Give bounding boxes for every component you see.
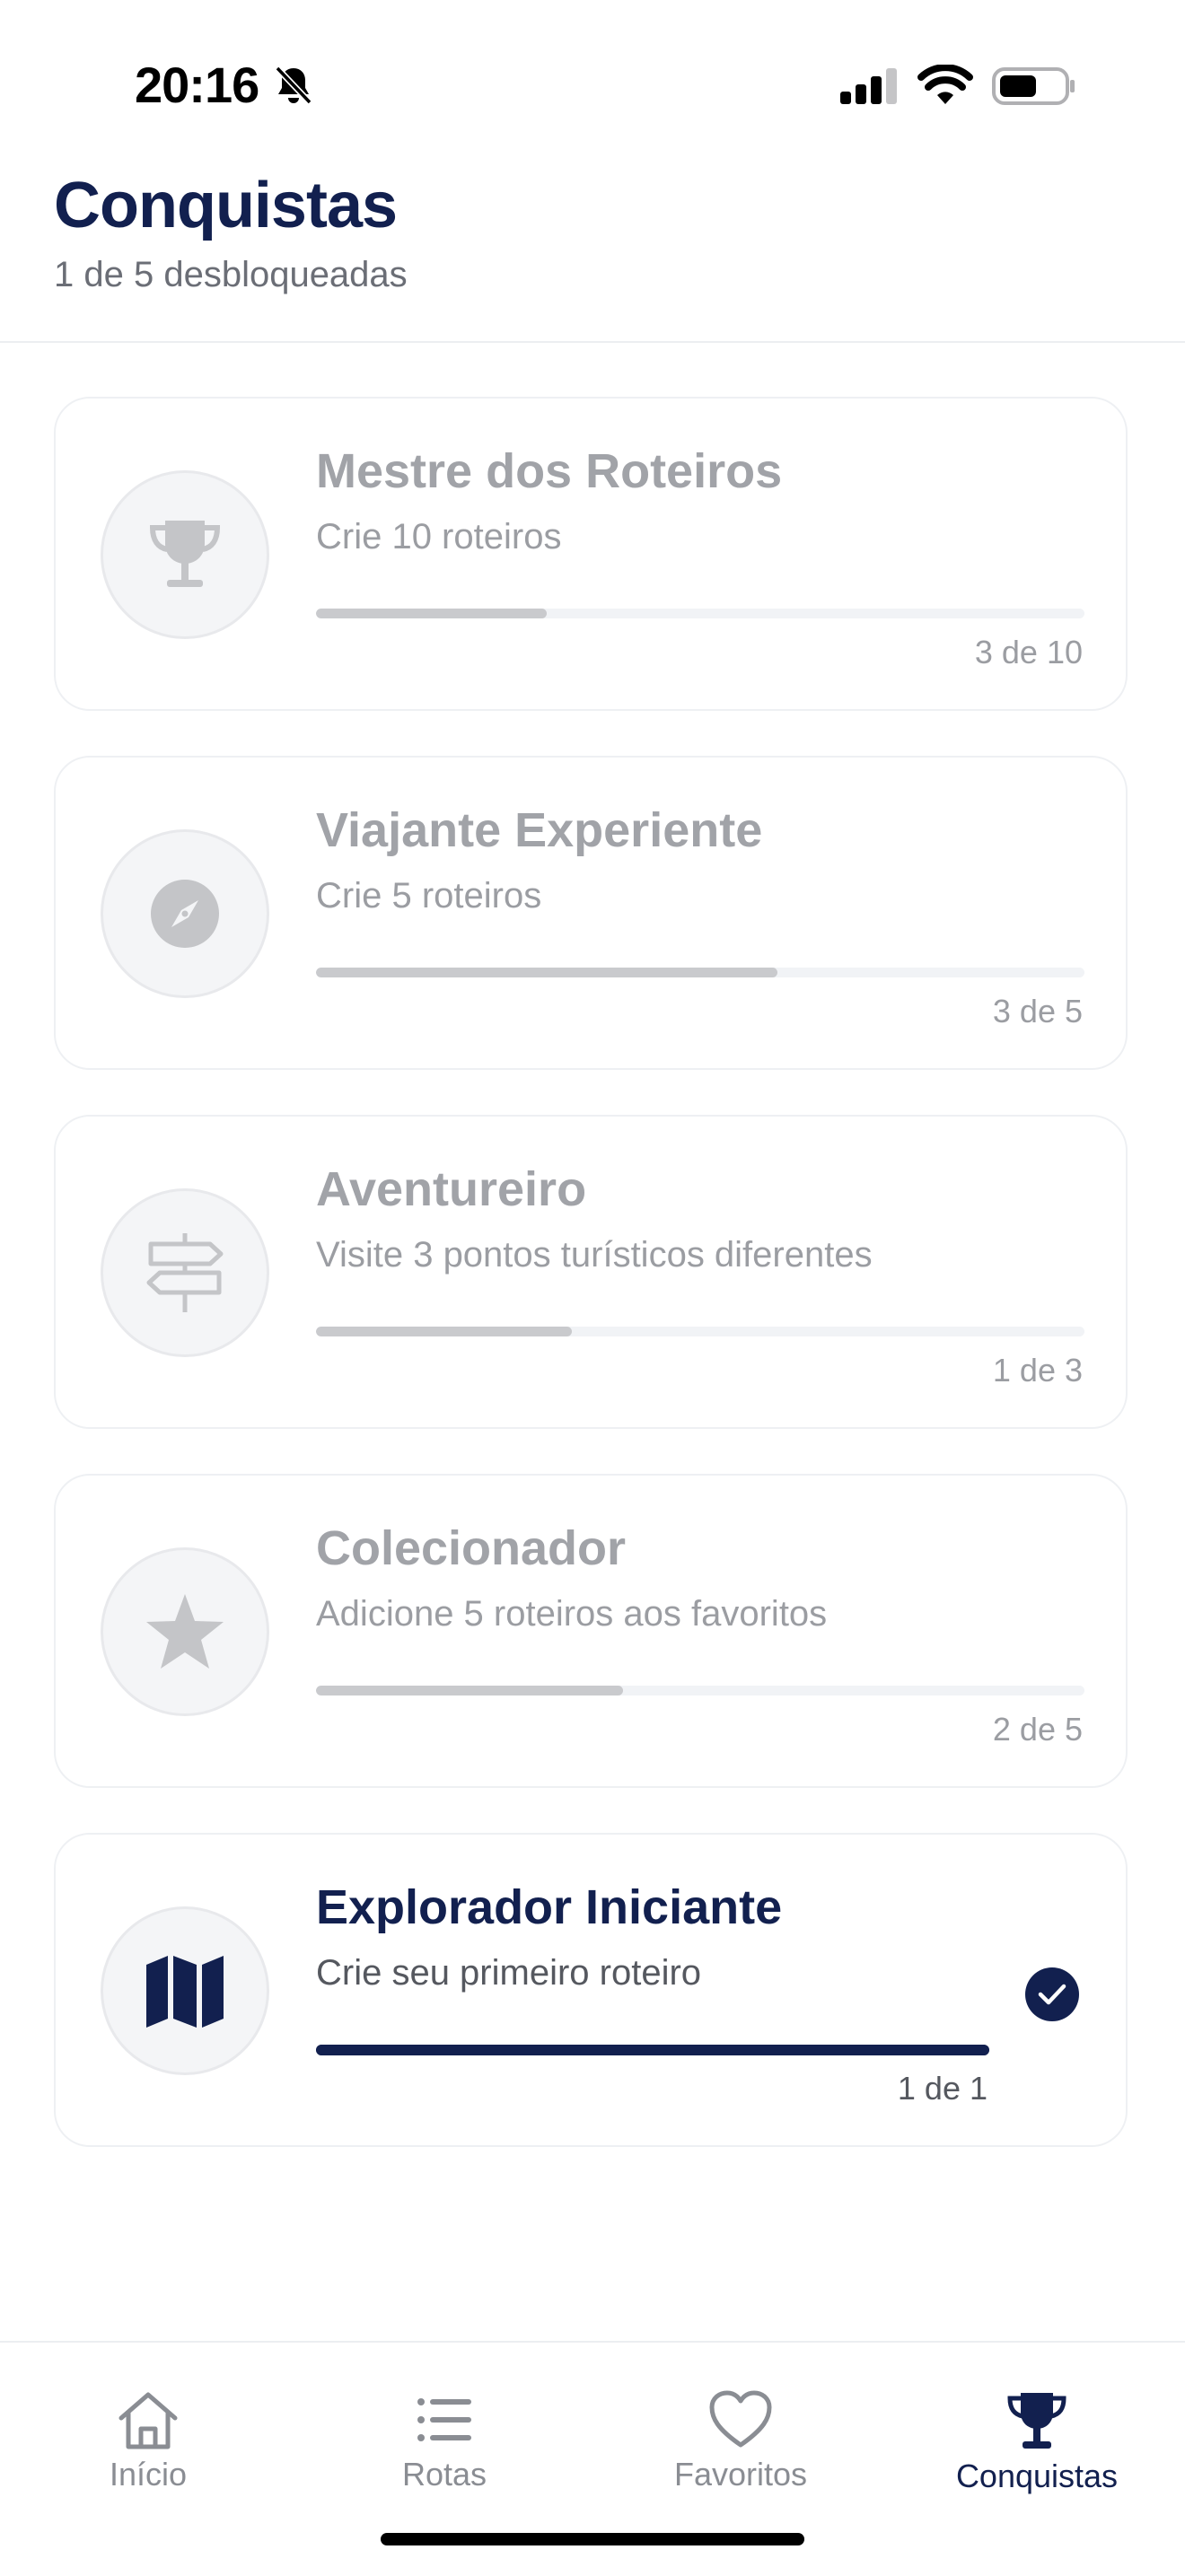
achievement-badge [101,829,269,998]
trophy-icon [149,521,221,587]
achievement-description: Crie 10 roteiros [316,517,562,556]
tab-label: Início [109,2456,188,2493]
home-indicator [381,2533,804,2545]
page-title: Conquistas [54,170,398,241]
achievement-card[interactable]: Viajante Experiente Crie 5 roteiros 3 de… [54,756,1128,1070]
bell-slash-icon [275,66,312,105]
heart-icon [709,2390,772,2448]
progress-count: 3 de 10 [974,634,1083,670]
progress-count: 2 de 5 [992,1711,1083,1748]
progress-bar [316,2045,989,2055]
achievement-description: Crie seu primeiro roteiro [316,1953,702,1993]
battery-icon [992,67,1075,105]
list-icon [417,2398,471,2441]
achievement-title: Mestre dos Roteiros [316,444,783,498]
achievement-title: Viajante Experiente [316,803,763,857]
achievement-card[interactable]: Mestre dos Roteiros Crie 10 roteiros 3 d… [54,397,1128,711]
tab-inicio[interactable]: Início [0,2389,296,2497]
achievement-description: Adicione 5 roteiros aos favoritos [316,1594,828,1634]
wifi-icon [917,65,973,104]
star-icon [146,1594,224,1669]
tab-rotas[interactable]: Rotas [296,2389,592,2497]
achievement-title: Colecionador [316,1521,627,1575]
map-icon [146,1956,224,2028]
progress-count: 1 de 3 [992,1352,1083,1389]
home-icon [118,2392,178,2449]
tab-favoritos[interactable]: Favoritos [592,2389,889,2497]
progress-fill [316,1686,624,1695]
compass-icon [151,880,219,948]
progress-bar [316,1686,1084,1695]
achievement-card[interactable]: Aventureiro Visite 3 pontos turísticos d… [54,1115,1128,1429]
signal-icon [840,68,897,104]
progress-bar [316,968,1084,977]
achievement-description: Crie 5 roteiros [316,876,542,916]
status-time: 20:16 [135,57,259,113]
achievement-card[interactable]: Colecionador Adicione 5 roteiros aos fav… [54,1474,1128,1788]
achievement-badge [101,1906,269,2075]
status-bar: 20:16 [0,0,1185,171]
trophy-icon [1007,2393,1066,2449]
progress-count: 1 de 1 [897,2070,988,2107]
achievement-title: Aventureiro [316,1162,587,1216]
tab-label: Conquistas [955,2458,1119,2494]
achievement-title: Explorador Iniciante [316,1880,783,1934]
checkmark-icon [1025,1967,1079,2021]
achievement-description: Visite 3 pontos turísticos diferentes [316,1235,873,1275]
header-divider [0,341,1185,343]
achievement-badge [101,470,269,639]
achievement-card-unlocked[interactable]: Explorador Iniciante Crie seu primeiro r… [54,1833,1128,2147]
achievement-badge [101,1188,269,1357]
progress-bar [316,609,1084,618]
tab-label: Favoritos [673,2456,808,2493]
progress-count: 3 de 5 [992,993,1083,1030]
progress-fill [316,1327,573,1336]
progress-fill [316,968,777,977]
achievement-badge [101,1547,269,1716]
progress-fill [316,609,547,618]
progress-bar [316,1327,1084,1336]
signpost-icon [146,1233,224,1312]
tab-conquistas[interactable]: Conquistas [889,2389,1185,2497]
unlocked-count: 1 de 5 desbloqueadas [54,255,408,294]
progress-fill [316,2045,989,2055]
tab-label: Rotas [401,2456,487,2493]
